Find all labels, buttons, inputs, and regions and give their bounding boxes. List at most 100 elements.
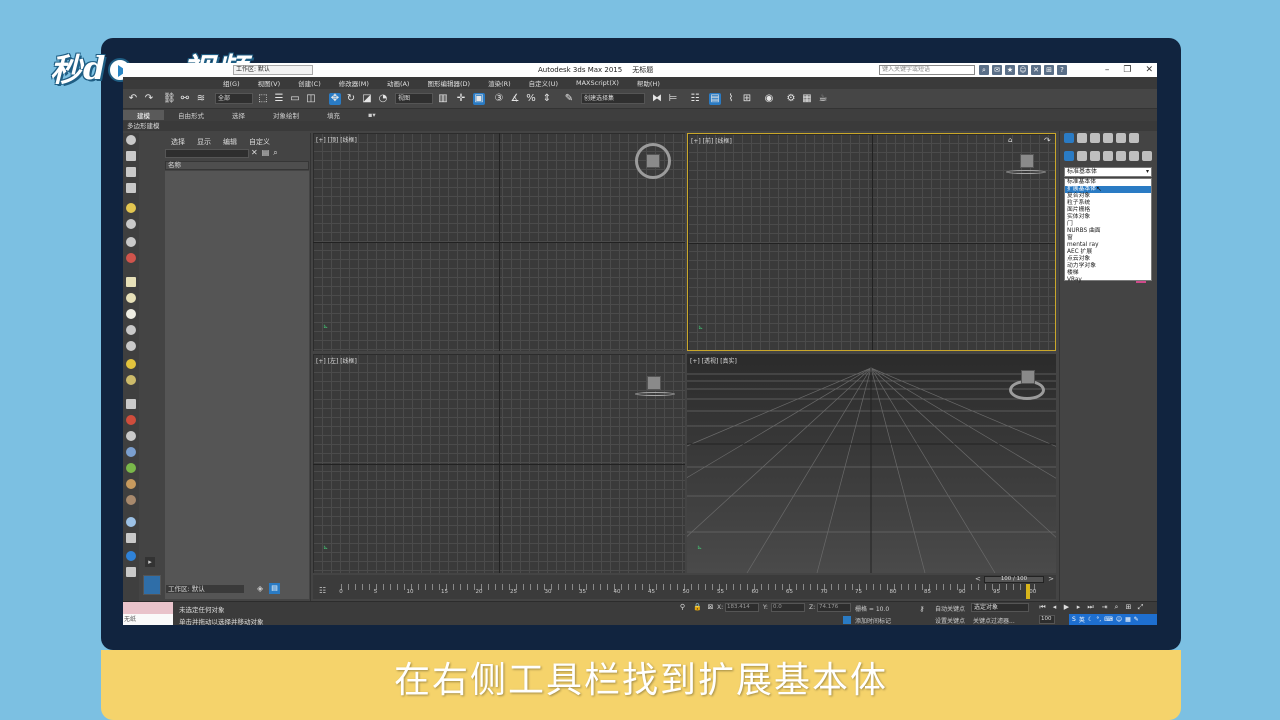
ime-language[interactable]: 英	[1079, 615, 1085, 624]
option-dynamics-objects[interactable]: 动力学对象	[1065, 263, 1151, 270]
checker-icon[interactable]	[126, 399, 136, 409]
zoom-icon[interactable]: ⌕	[1113, 604, 1120, 611]
mini-curve-editor-icon[interactable]: ☷	[319, 586, 326, 595]
prev-key-icon[interactable]: ◂	[1051, 604, 1058, 611]
hierarchy-tab-icon[interactable]	[1090, 133, 1100, 143]
rendered-frame-icon[interactable]: ▦	[801, 93, 813, 105]
utilities-tab-icon[interactable]	[1129, 133, 1139, 143]
scene-object-list[interactable]	[165, 171, 309, 599]
key-filters-button[interactable]: 关键点过滤器...	[973, 616, 1015, 625]
pivot-icon[interactable]: ▥	[437, 93, 449, 105]
viewport-perspective[interactable]: [+] [透视] [真实] ⊾	[687, 354, 1056, 573]
menu-help[interactable]: 帮助(H)	[637, 78, 660, 88]
menu-view[interactable]: 视图(V)	[258, 78, 281, 88]
layer-manager-icon[interactable]: ☷	[689, 93, 701, 105]
scene-tab-display[interactable]: 显示	[197, 137, 211, 147]
option-mental-ray[interactable]: mental ray	[1065, 242, 1151, 249]
object-paint-icon[interactable]	[126, 447, 136, 457]
layers-icon[interactable]	[126, 183, 136, 193]
shapes-icon[interactable]	[1077, 151, 1087, 161]
tree-icon[interactable]	[126, 431, 136, 441]
foliage-icon[interactable]	[126, 463, 136, 473]
ime-user-icon[interactable]: ☺	[1116, 616, 1122, 623]
menu-animation[interactable]: 动画(A)	[387, 78, 410, 88]
goto-end-icon[interactable]: ⏭	[1087, 604, 1094, 611]
maximize-viewport-icon[interactable]: ⤢	[1137, 604, 1144, 611]
viewcube-icon[interactable]	[1021, 370, 1035, 384]
material-editor-icon[interactable]: ◉	[763, 93, 775, 105]
spacewarp-icon[interactable]	[126, 253, 136, 263]
mirror-icon[interactable]: ⧓	[651, 93, 663, 105]
cart-icon[interactable]: ⊞	[1044, 65, 1054, 75]
add-time-tag-icon[interactable]	[843, 616, 851, 624]
cameras-icon[interactable]	[1103, 151, 1113, 161]
teapot-icon[interactable]	[126, 135, 136, 145]
viewport-label-front[interactable]: [+] [前] [线框]	[691, 136, 732, 145]
ribbon-options-icon[interactable]: ▪▾	[354, 111, 390, 119]
globe-icon[interactable]	[126, 517, 136, 527]
scene-tab-customize[interactable]: 自定义	[249, 137, 270, 147]
viewport-layout-icon[interactable]	[126, 567, 136, 577]
prev-frame-icon[interactable]: <	[975, 575, 981, 583]
settings-icon[interactable]	[126, 533, 136, 543]
zoom-all-icon[interactable]: ⊞	[1125, 604, 1132, 611]
modify-tab-icon[interactable]	[1077, 133, 1087, 143]
restore-button[interactable]: ❐	[1123, 63, 1131, 77]
star-icon[interactable]: ★	[1005, 65, 1015, 75]
comm-center-icon[interactable]: ✉	[992, 65, 1002, 75]
goto-start-icon[interactable]: ⏮	[1039, 604, 1046, 611]
name-column-header[interactable]: 名称	[165, 161, 309, 170]
render-icon[interactable]: ☕	[817, 93, 829, 105]
help-icon[interactable]: ?	[1057, 65, 1067, 75]
clear-filter-icon[interactable]: ✕	[251, 148, 258, 158]
placement-icon[interactable]: ◔	[377, 93, 389, 105]
exchange-icon[interactable]: ✕	[1031, 65, 1041, 75]
viewport-top[interactable]: [+] [顶] [线框] ⊾	[313, 133, 685, 351]
menu-group[interactable]: 组(G)	[223, 78, 240, 88]
option-doors[interactable]: 门	[1065, 221, 1151, 228]
link-icon[interactable]: ⛓	[163, 93, 176, 105]
ime-moon-icon[interactable]: ☾	[1088, 616, 1093, 623]
plane-icon[interactable]	[126, 277, 136, 287]
rect-selection-icon[interactable]: ▭	[289, 93, 301, 105]
ribbon-tab-object-paint[interactable]: 对象绘制	[259, 110, 313, 120]
motion-tab-icon[interactable]	[1103, 133, 1113, 143]
viewcube-icon[interactable]	[1020, 154, 1034, 168]
ref-coord-combo[interactable]: 视图	[395, 93, 433, 104]
viewport-layout-tab[interactable]	[143, 575, 161, 595]
viewport-front[interactable]: [+] [前] [线框] ⌂ ↷ ⊾	[687, 133, 1056, 351]
option-standard-primitives[interactable]: 标准基本体	[1065, 179, 1151, 186]
viewport-label-top[interactable]: [+] [顶] [线框]	[316, 135, 357, 144]
select-object-icon[interactable]: ⬚	[257, 93, 269, 105]
selection-filter-combo[interactable]: 全部	[215, 93, 253, 104]
home-icon[interactable]: ⌂	[1008, 136, 1012, 144]
next-key-icon[interactable]: ▸	[1075, 604, 1082, 611]
option-body-objects[interactable]: 实体对象	[1065, 214, 1151, 221]
display-tab-icon[interactable]	[1116, 133, 1126, 143]
time-slider-thumb[interactable]: 100 / 100	[984, 576, 1044, 583]
undo-icon[interactable]: ↶	[127, 93, 139, 105]
ribbon-tab-selection[interactable]: 选择	[218, 110, 259, 120]
crowd-icon[interactable]	[126, 495, 136, 505]
scene-options-icon[interactable]: ▤	[262, 148, 270, 158]
expand-arrow-icon[interactable]: ▸	[145, 557, 155, 567]
binoculars-icon[interactable]: ⌕	[979, 65, 989, 75]
key-mode-icon[interactable]: ⇥	[1101, 604, 1108, 611]
geometry-icon[interactable]	[1064, 151, 1074, 161]
sun-icon[interactable]	[126, 359, 136, 369]
window-crossing-icon[interactable]: ◫	[305, 93, 317, 105]
option-patch-grids[interactable]: 面片栅格	[1065, 207, 1151, 214]
viewport-left[interactable]: [+] [左] [线框] ⊾	[313, 354, 685, 573]
option-particle-systems[interactable]: 粒子系统	[1065, 200, 1151, 207]
ime-keyboard-icon[interactable]: ⌨	[1104, 616, 1113, 623]
viewport-label-perspective[interactable]: [+] [透视] [真实]	[690, 356, 737, 365]
ime-punct-icon[interactable]: °,	[1096, 616, 1101, 623]
z-coordinate[interactable]: 74.176	[817, 603, 851, 612]
maxscript-mini-listener[interactable]: 无纸	[123, 614, 173, 625]
helper-icon[interactable]	[126, 237, 136, 247]
viewcube-ring[interactable]	[635, 392, 675, 396]
redo-icon[interactable]: ↷	[143, 93, 155, 105]
select-scale-icon[interactable]: ◪	[361, 93, 373, 105]
scene-tab-select[interactable]: 选择	[171, 137, 185, 147]
selected-combo[interactable]: 选定对象	[971, 603, 1029, 612]
